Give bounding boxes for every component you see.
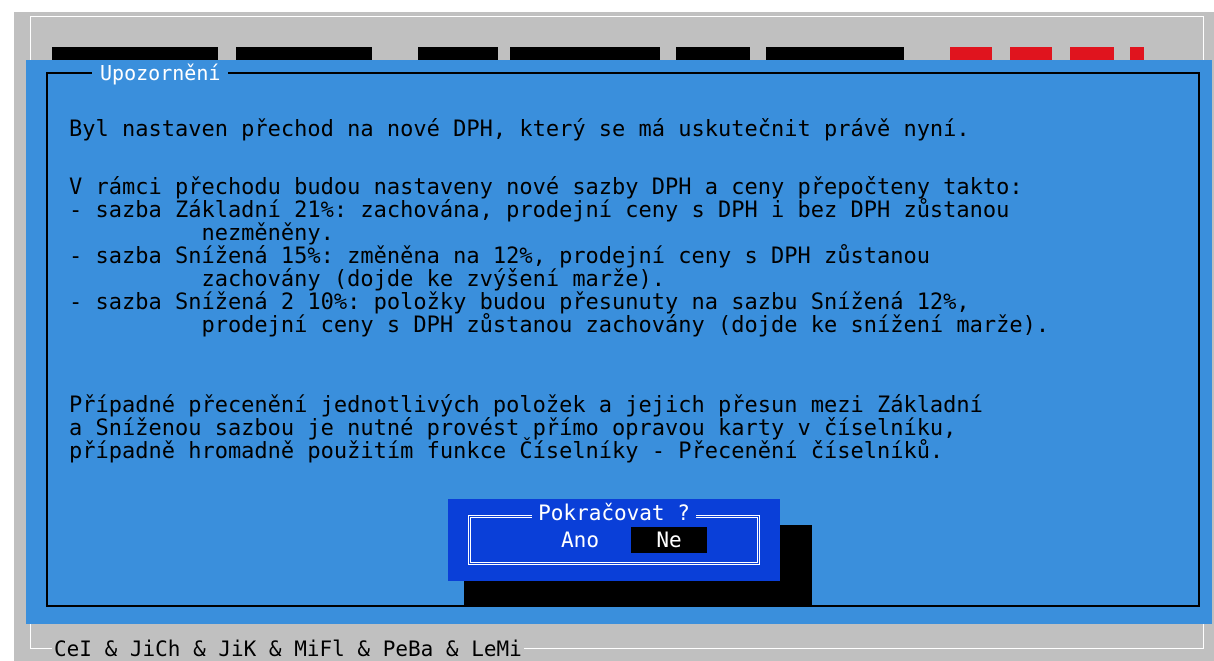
confirm-dialog-title-text: Pokračovat ? [532, 501, 696, 525]
confirm-dialog-title: Pokračovat ? [448, 499, 780, 527]
dialog-message-repricing: Případné přecenění jednotlivých položek … [69, 393, 983, 464]
dialog-message-intro: Byl nastaven přechod na nové DPH, který … [69, 117, 970, 142]
confirm-dialog: Pokračovat ? Ano Ne [448, 499, 780, 581]
no-button[interactable]: Ne [631, 527, 707, 553]
yes-button[interactable]: Ano [555, 527, 605, 553]
dialog-title: Upozornění [92, 60, 229, 86]
screen-frame-top [30, 16, 1204, 17]
dialog-message-rates: V rámci přechodu budou nastaveny nové sa… [69, 175, 1050, 338]
credits-footer: CeI & JiCh & JiK & MiFl & PeBa & LeMi [52, 637, 524, 661]
